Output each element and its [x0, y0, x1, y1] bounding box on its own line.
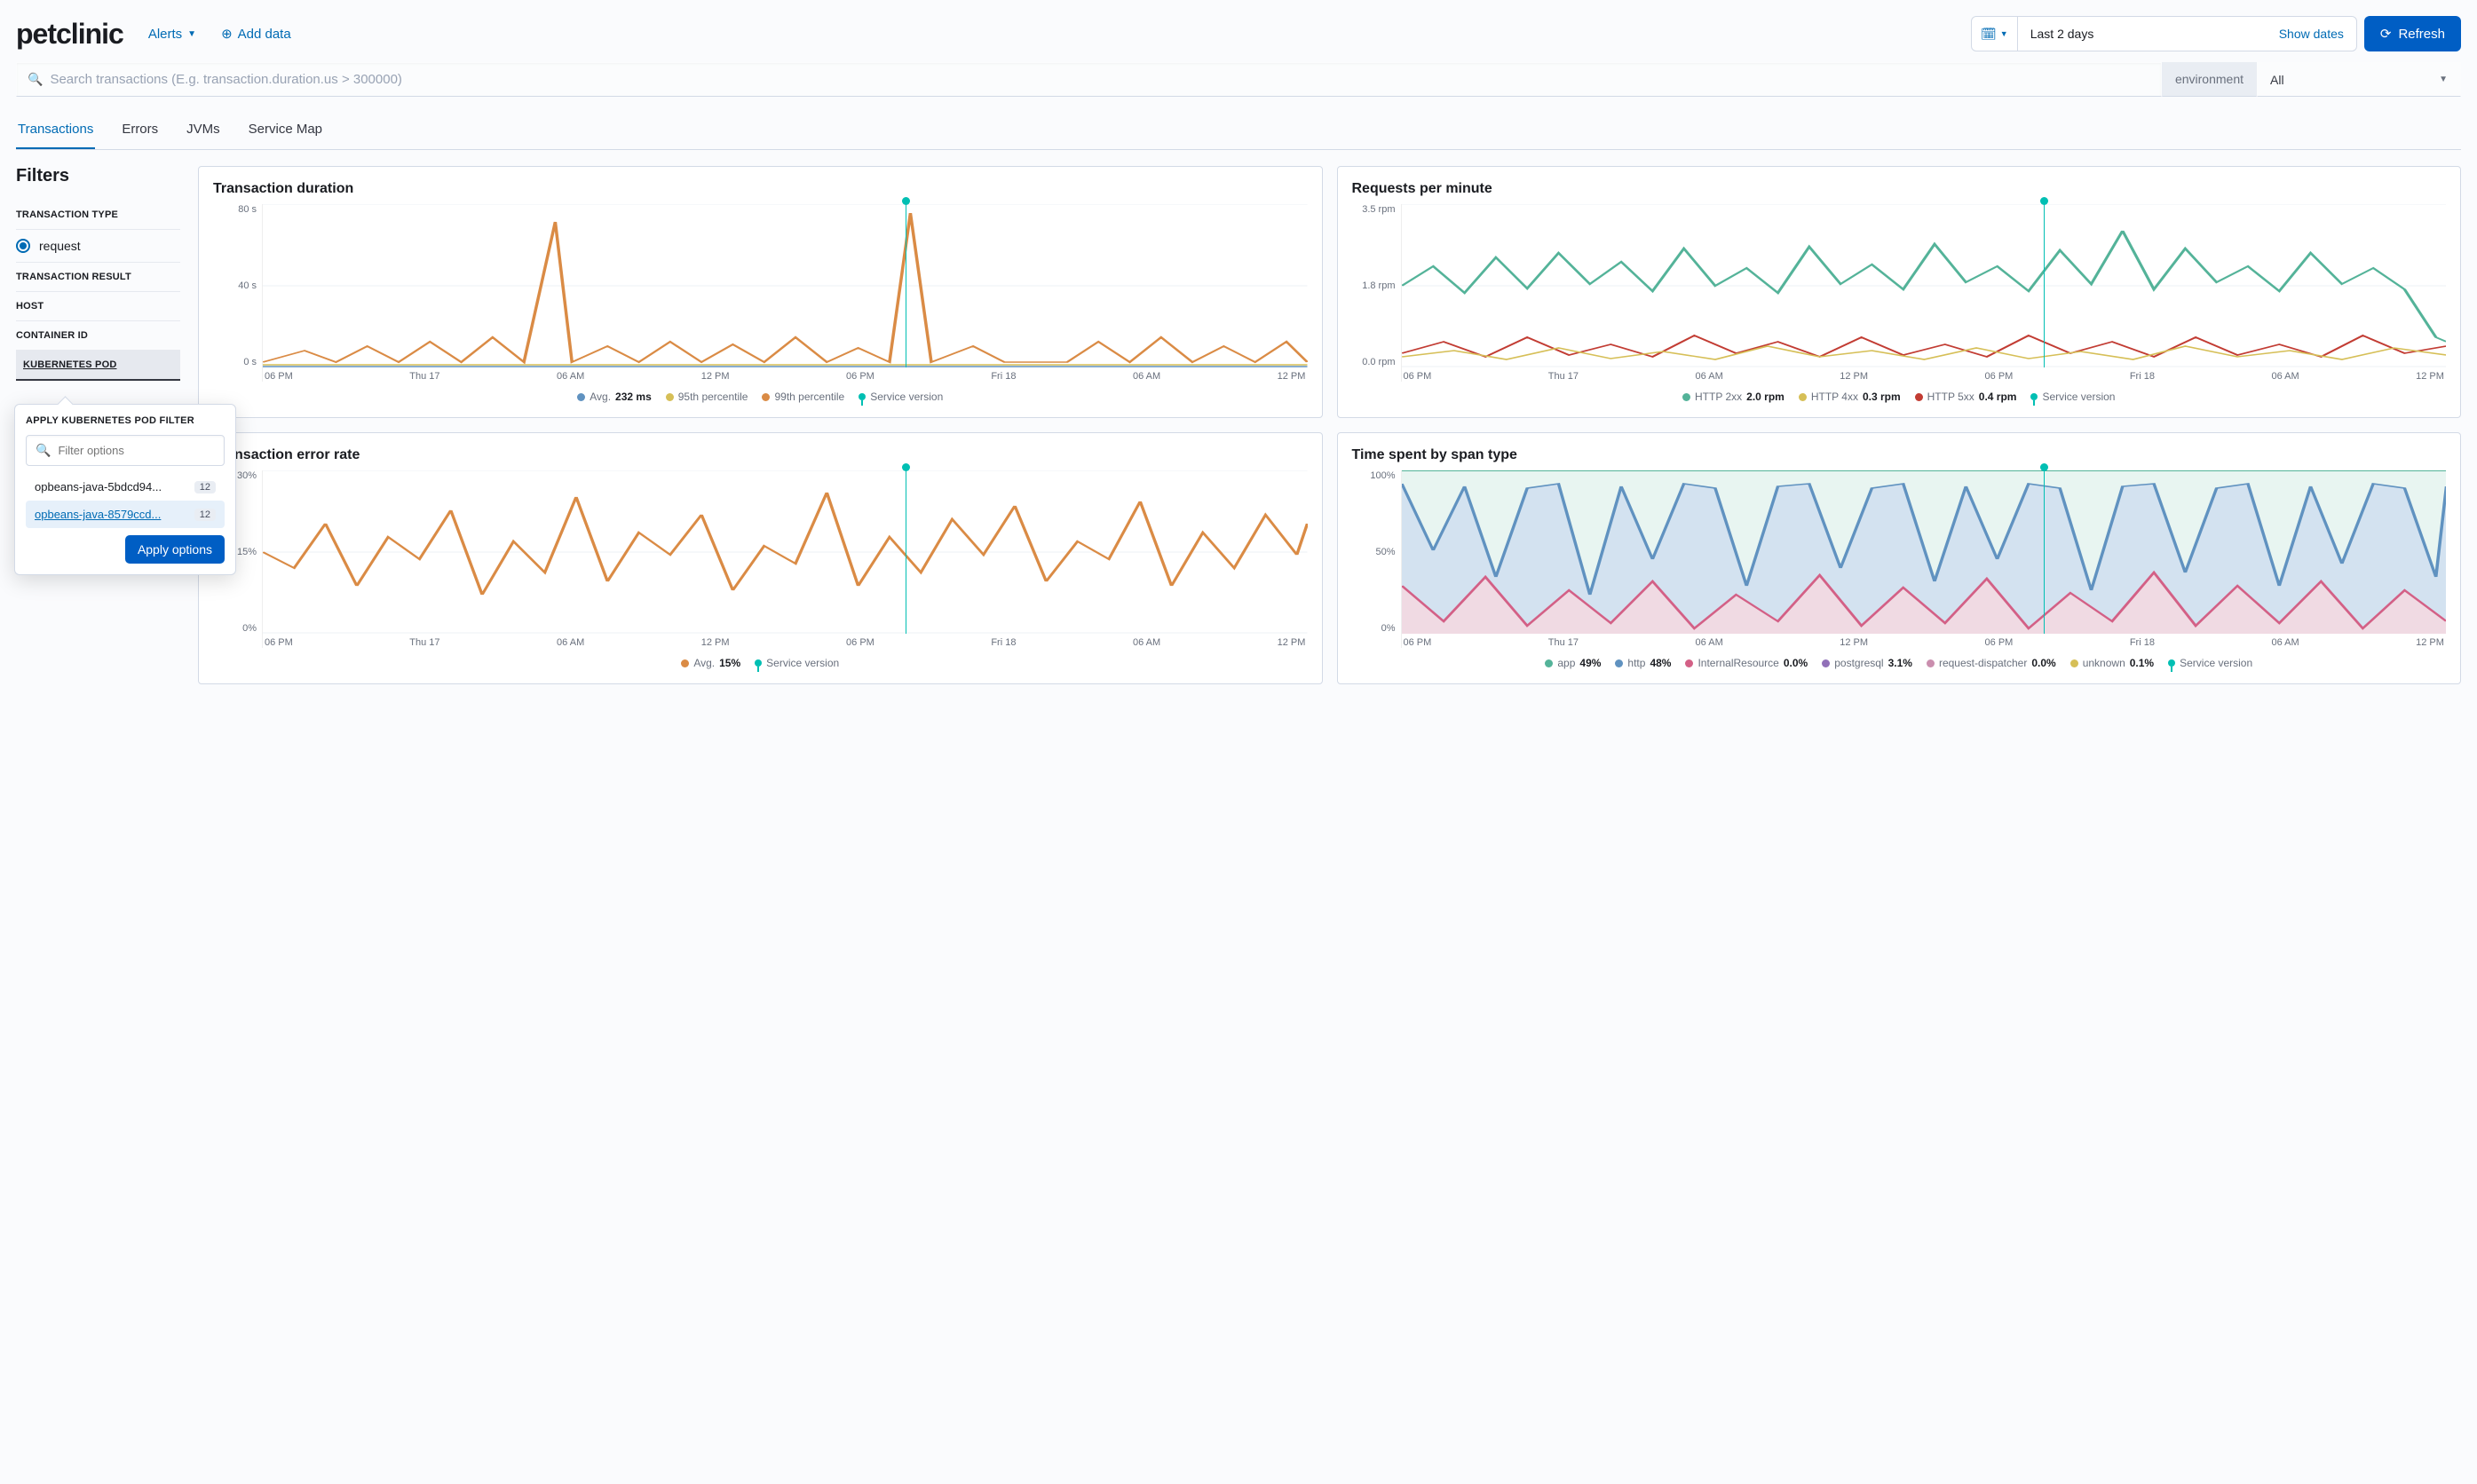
legend: HTTP 2xx 2.0 rpm HTTP 4xx 0.3 rpm HTTP 5…	[1352, 391, 2447, 403]
popover-option[interactable]: opbeans-java-8579ccd... 12	[26, 501, 225, 528]
radio-checked-icon	[16, 239, 30, 253]
legend-item[interactable]: request-dispatcher 0.0%	[1927, 657, 2056, 669]
tabs: Transactions Errors JVMs Service Map	[16, 113, 2461, 150]
filter-container-id[interactable]: CONTAINER ID	[16, 321, 180, 351]
legend-item[interactable]: HTTP 5xx 0.4 rpm	[1915, 391, 2017, 403]
card-time-spent-by-span-type: Time spent by span type 100% 50% 0%	[1337, 432, 2462, 684]
x-axis: 06 PMThu 1706 AM12 PM06 PMFri 1806 AM12 …	[263, 637, 1308, 648]
filter-kubernetes-pod[interactable]: KUBERNETES POD	[16, 351, 180, 381]
filter-transaction-type[interactable]: TRANSACTION TYPE	[16, 201, 180, 230]
legend: Avg. 15% Service version	[213, 657, 1308, 669]
chart-title: Transaction duration	[213, 181, 1308, 197]
legend: Avg. 232 ms 95th percentile 99th percent…	[213, 391, 1308, 403]
environment-select[interactable]: All▼	[2257, 62, 2461, 97]
chevron-down-icon: ▼	[2439, 75, 2448, 84]
filter-host[interactable]: HOST	[16, 292, 180, 321]
filter-request[interactable]: request	[16, 230, 180, 263]
legend-service-version[interactable]: Service version	[2030, 391, 2115, 403]
filters-title: Filters	[16, 166, 180, 186]
legend-service-version[interactable]: Service version	[859, 391, 943, 403]
search-box[interactable]: 🔍	[16, 62, 2162, 97]
legend-item[interactable]: 95th percentile	[666, 391, 748, 403]
search-input[interactable]	[50, 72, 2150, 87]
legend-item[interactable]: http 48%	[1615, 657, 1671, 669]
date-range-text[interactable]: Last 2 days	[2018, 17, 2267, 51]
y-axis: 100% 50% 0%	[1352, 470, 1401, 648]
chart-title: Time spent by span type	[1352, 447, 2447, 463]
plot-area[interactable]: 06 PMThu 1706 AM12 PM06 PMFri 1806 AM12 …	[1401, 470, 2447, 648]
chevron-down-icon: ▼	[187, 29, 196, 39]
legend-item[interactable]: app 49%	[1545, 657, 1601, 669]
main-charts: Transaction duration 80 s 40 s 0 s	[198, 166, 2461, 684]
chart-title: Requests per minute	[1352, 181, 2447, 197]
tab-errors[interactable]: Errors	[120, 113, 160, 149]
legend-service-version[interactable]: Service version	[2168, 657, 2252, 669]
plot-area[interactable]: 06 PMThu 1706 AM12 PM06 PMFri 1806 AM12 …	[1401, 204, 2447, 382]
service-version-marker	[2044, 470, 2045, 634]
page-title: petclinic	[16, 18, 123, 51]
plot-area[interactable]: 06 PMThu 1706 AM12 PM06 PMFri 1806 AM12 …	[262, 204, 1308, 382]
x-axis: 06 PMThu 1706 AM12 PM06 PMFri 1806 AM12 …	[263, 371, 1308, 382]
refresh-button[interactable]: ⟳Refresh	[2364, 16, 2461, 51]
service-version-marker	[2044, 204, 2045, 367]
x-axis: 06 PMThu 1706 AM12 PM06 PMFri 1806 AM12 …	[1402, 371, 2447, 382]
card-requests-per-minute: Requests per minute 3.5 rpm 1.8 rpm 0.0 …	[1337, 166, 2462, 418]
legend-item[interactable]: HTTP 2xx 2.0 rpm	[1682, 391, 1785, 403]
pin-icon	[2030, 393, 2038, 400]
refresh-icon: ⟳	[2380, 26, 2392, 42]
environment-label: environment	[2162, 62, 2257, 97]
tab-transactions[interactable]: Transactions	[16, 113, 95, 149]
chart-title: Transaction error rate	[213, 447, 1308, 463]
legend-item[interactable]: 99th percentile	[762, 391, 844, 403]
legend-item[interactable]: Avg. 232 ms	[577, 391, 652, 403]
popover-search[interactable]: 🔍	[26, 435, 225, 466]
header: petclinic Alerts▼ ⊕Add data 🗓 ▼ Last 2 d…	[16, 16, 2461, 51]
tab-jvms[interactable]: JVMs	[185, 113, 222, 149]
search-icon: 🔍	[36, 443, 51, 458]
x-axis: 06 PMThu 1706 AM12 PM06 PMFri 1806 AM12 …	[1402, 637, 2447, 648]
count-badge: 12	[194, 509, 216, 521]
legend: app 49% http 48% InternalResource 0.0% p…	[1352, 657, 2447, 669]
pin-icon	[2168, 659, 2175, 667]
apply-options-button[interactable]: Apply options	[125, 535, 225, 564]
pin-icon	[755, 659, 762, 667]
show-dates-link[interactable]: Show dates	[2267, 17, 2356, 51]
legend-item[interactable]: InternalResource 0.0%	[1685, 657, 1808, 669]
tab-service-map[interactable]: Service Map	[247, 113, 324, 149]
legend-service-version[interactable]: Service version	[755, 657, 839, 669]
date-picker[interactable]: 🗓 ▼ Last 2 days Show dates	[1971, 16, 2357, 51]
search-icon: 🔍	[28, 72, 43, 87]
alerts-dropdown[interactable]: Alerts▼	[148, 27, 196, 42]
plot-area[interactable]: 06 PMThu 1706 AM12 PM06 PMFri 1806 AM12 …	[262, 470, 1308, 648]
card-transaction-duration: Transaction duration 80 s 40 s 0 s	[198, 166, 1323, 418]
y-axis: 3.5 rpm 1.8 rpm 0.0 rpm	[1352, 204, 1401, 382]
popover-search-input[interactable]	[58, 444, 215, 457]
card-transaction-error-rate: Transaction error rate 30% 15% 0%	[198, 432, 1323, 684]
kubernetes-pod-popover: APPLY KUBERNETES POD FILTER 🔍 opbeans-ja…	[14, 404, 236, 575]
legend-item[interactable]: HTTP 4xx 0.3 rpm	[1799, 391, 1901, 403]
y-axis: 80 s 40 s 0 s	[213, 204, 262, 382]
pin-icon	[859, 393, 866, 400]
legend-item[interactable]: postgresql 3.1%	[1822, 657, 1912, 669]
legend-item[interactable]: unknown 0.1%	[2070, 657, 2154, 669]
popover-option[interactable]: opbeans-java-5bdcd94... 12	[26, 473, 225, 501]
legend-item[interactable]: Avg. 15%	[681, 657, 740, 669]
plus-circle-icon: ⊕	[221, 26, 233, 42]
add-data-link[interactable]: ⊕Add data	[221, 26, 291, 42]
count-badge: 12	[194, 481, 216, 493]
popover-title: APPLY KUBERNETES POD FILTER	[26, 415, 225, 426]
filter-transaction-result[interactable]: TRANSACTION RESULT	[16, 263, 180, 292]
calendar-icon[interactable]: 🗓 ▼	[1972, 17, 2018, 51]
